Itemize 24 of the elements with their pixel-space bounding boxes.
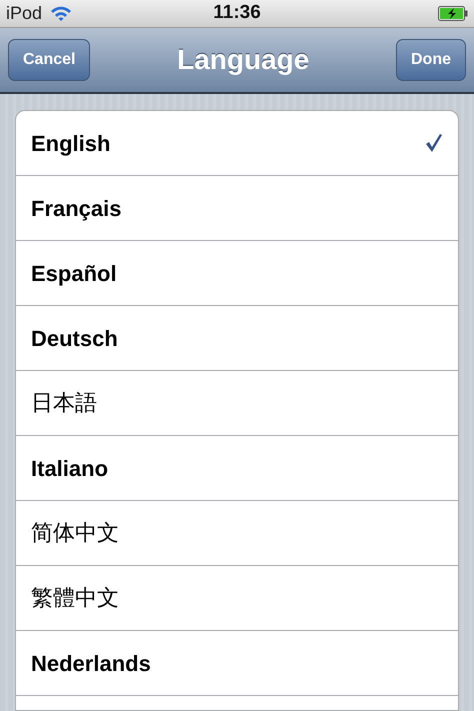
language-row[interactable]: 日本語	[16, 371, 458, 436]
language-row[interactable]: Français	[16, 176, 458, 241]
language-row[interactable]: Deutsch	[16, 306, 458, 371]
language-row[interactable]: Nederlands	[16, 631, 458, 696]
status-time: 11:36	[213, 1, 261, 26]
done-button[interactable]: Done	[396, 39, 466, 81]
language-label: Français	[31, 194, 122, 223]
language-label: Italiano	[31, 454, 108, 482]
carrier-name: iPod	[6, 2, 42, 25]
cancel-button[interactable]: Cancel	[8, 39, 90, 81]
language-row[interactable]: English	[16, 111, 458, 176]
language-row[interactable]: 简体中文	[16, 501, 458, 566]
screen-title: Language	[177, 43, 310, 77]
language-row[interactable]: Español	[16, 241, 458, 306]
language-label: 繁體中文	[31, 584, 119, 612]
language-label: Deutsch	[31, 324, 118, 352]
language-label: Español	[31, 260, 117, 288]
language-label: Nederlands	[31, 650, 151, 678]
language-label: English	[31, 130, 110, 158]
language-label: 日本語	[31, 390, 97, 418]
language-row[interactable]: 繁體中文	[16, 566, 458, 631]
language-row[interactable]: Italiano	[16, 436, 458, 501]
language-label: 简体中文	[31, 520, 119, 548]
wifi-icon	[50, 6, 72, 22]
